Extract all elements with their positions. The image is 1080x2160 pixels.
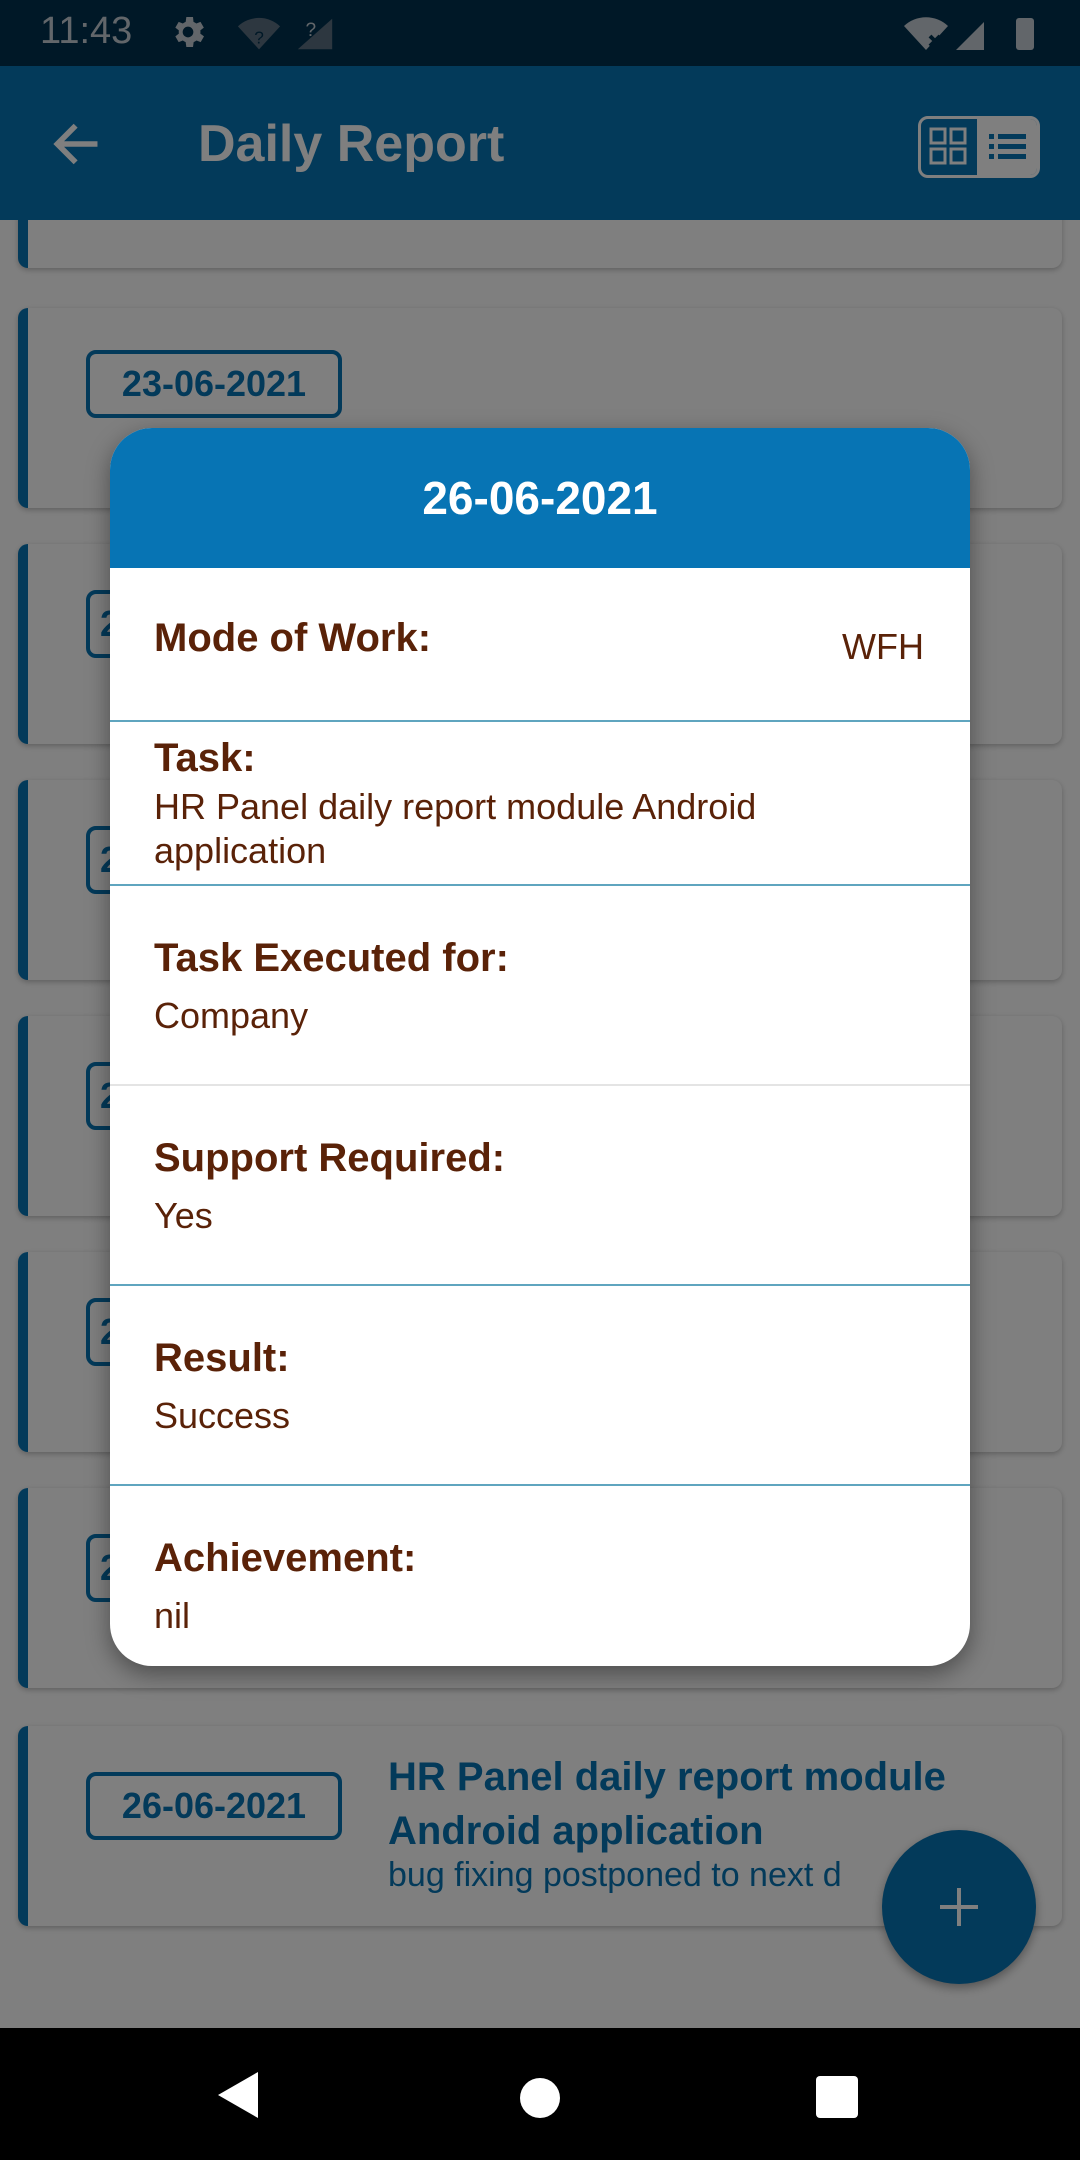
achievement-value: nil [154, 1595, 191, 1636]
support-required-label: Support Required: [154, 1136, 506, 1180]
mode-of-work-label: Mode of Work: [154, 616, 432, 660]
achievement-row: Achievement: nil [110, 1486, 970, 1666]
task-label: Task: [154, 736, 256, 780]
system-nav-bar [0, 2028, 1080, 2160]
result-row: Result: Success [110, 1286, 970, 1486]
task-row: Task: HR Panel daily report module Andro… [110, 722, 970, 886]
result-label: Result: [154, 1336, 290, 1380]
report-detail-dialog: 26-06-2021 Mode of Work: WFH Task: HR Pa… [110, 428, 970, 1666]
dialog-title: 26-06-2021 [110, 428, 970, 568]
task-executed-for-label: Task Executed for: [154, 936, 509, 980]
nav-recents-icon[interactable] [816, 2076, 858, 2118]
support-required-row: Support Required: Yes [110, 1086, 970, 1286]
support-required-value: Yes [154, 1195, 213, 1236]
task-value: HR Panel daily report module Android app… [154, 786, 757, 871]
nav-back-icon[interactable] [216, 2070, 260, 2120]
mode-of-work-value: WFH [842, 626, 924, 667]
nav-home-icon[interactable] [520, 2078, 560, 2118]
result-value: Success [154, 1395, 291, 1436]
task-executed-for-row: Task Executed for: Company [110, 886, 970, 1086]
task-executed-for-value: Company [154, 995, 309, 1036]
mode-of-work-row: Mode of Work: WFH [110, 568, 970, 722]
achievement-label: Achievement: [154, 1536, 417, 1580]
